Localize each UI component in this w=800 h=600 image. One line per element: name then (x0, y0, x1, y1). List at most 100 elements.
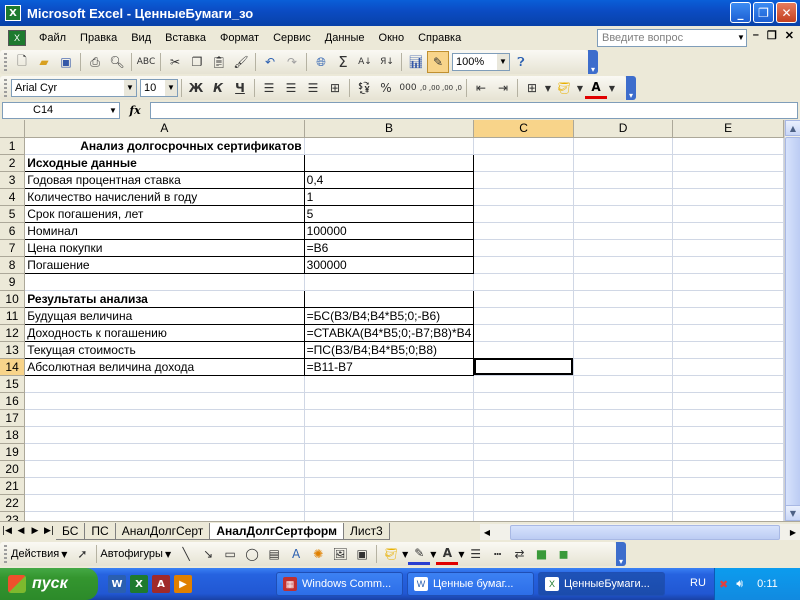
cell-e22[interactable] (672, 494, 784, 512)
italic-button[interactable]: К (207, 77, 229, 99)
doc-minimize-button[interactable]: – (753, 29, 759, 42)
cell-e4[interactable] (672, 188, 784, 206)
row-header[interactable]: 22 (0, 494, 26, 512)
cell-e8[interactable] (672, 256, 784, 274)
arrow-style-icon[interactable]: ⇄ (509, 543, 531, 565)
row-header[interactable]: 23 (0, 511, 26, 521)
cell-d9[interactable] (573, 273, 674, 291)
sheet-tab-ps[interactable]: ПС (85, 522, 116, 540)
cell-d10[interactable] (573, 290, 674, 308)
cell-e6[interactable] (672, 222, 784, 240)
cell-a18[interactable] (24, 426, 305, 444)
underline-button[interactable]: Ч (229, 77, 251, 99)
diagram-icon[interactable]: ✺ (307, 543, 329, 565)
cell-e18[interactable] (672, 426, 784, 444)
cell-a6[interactable]: Номинал (24, 221, 305, 240)
undo-icon[interactable]: ↶ (259, 51, 281, 73)
cell-d5[interactable] (573, 205, 674, 223)
chart-wizard-icon[interactable]: 📊︎ (405, 51, 427, 73)
cell-c14[interactable] (473, 358, 574, 376)
menu-tools[interactable]: Сервис (266, 32, 318, 44)
vertical-scrollbar[interactable]: ▲ ▼ (784, 120, 800, 521)
cell-a22[interactable] (24, 494, 305, 512)
cell-b7[interactable]: =B6 (303, 238, 475, 257)
row-header[interactable]: 21 (0, 477, 26, 495)
row-header[interactable]: 1 (0, 137, 26, 155)
textbox-icon[interactable]: ▤ (263, 543, 285, 565)
cell-b14[interactable]: =B11-B7 (303, 357, 475, 376)
scroll-up-icon[interactable]: ▲ (785, 120, 800, 136)
cell-d4[interactable] (573, 188, 674, 206)
toolbar-grip[interactable] (4, 53, 7, 71)
cell-c8[interactable] (473, 256, 574, 274)
cell-d19[interactable] (573, 443, 674, 461)
cell-c17[interactable] (473, 409, 574, 427)
menu-format[interactable]: Формат (213, 32, 266, 44)
start-button[interactable]: пуск (0, 568, 98, 600)
cell-e10[interactable] (672, 290, 784, 308)
clipart-icon[interactable]: 🖼︎ (329, 543, 351, 565)
insert-function-icon[interactable]: fx (120, 104, 150, 117)
menu-window[interactable]: Окно (372, 32, 412, 44)
cell-b13[interactable]: =ПС(B3/B4;B4*B5;0;B8) (303, 340, 475, 359)
cell-b23[interactable] (304, 511, 475, 521)
menu-data[interactable]: Данные (318, 32, 372, 44)
hyperlink-icon[interactable]: 🌐︎ (310, 51, 332, 73)
cell-e3[interactable] (672, 171, 784, 189)
cell-c20[interactable] (473, 460, 574, 478)
cell-d11[interactable] (573, 307, 674, 325)
cell-b17[interactable] (304, 409, 475, 427)
sort-ascending-icon[interactable]: А↓ (354, 51, 376, 73)
bold-button[interactable]: Ж (185, 77, 207, 99)
menu-edit[interactable]: Правка (73, 32, 124, 44)
cell-e17[interactable] (672, 409, 784, 427)
cell-c2[interactable] (473, 154, 574, 172)
cell-e2[interactable] (672, 154, 784, 172)
next-sheet-icon[interactable]: ▶ (28, 526, 42, 536)
shadow-style-icon[interactable]: ■ (531, 543, 553, 565)
redo-icon[interactable]: ↷ (281, 51, 303, 73)
row-header[interactable]: 9 (0, 273, 26, 291)
decrease-indent-icon[interactable]: ⇤ (470, 77, 492, 99)
cell-e23[interactable] (672, 511, 784, 521)
doc-close-button[interactable]: ✕ (785, 29, 794, 42)
row-header[interactable]: 14 (0, 358, 26, 376)
column-header-a[interactable]: A (24, 120, 305, 138)
column-header-c[interactable]: C (473, 120, 574, 138)
cell-c5[interactable] (473, 205, 574, 223)
cell-e20[interactable] (672, 460, 784, 478)
row-header[interactable]: 2 (0, 154, 26, 172)
cell-c7[interactable] (473, 239, 574, 257)
row-header[interactable]: 6 (0, 222, 26, 240)
cell-a9[interactable] (24, 273, 305, 291)
cell-d1[interactable] (573, 137, 674, 155)
scroll-down-icon[interactable]: ▼ (785, 505, 800, 521)
toolbar-options-icon[interactable]: ▾ (588, 50, 598, 74)
align-center-icon[interactable]: ☰ (280, 77, 302, 99)
cell-b10[interactable] (303, 289, 475, 308)
print-preview-icon[interactable]: 🔍︎ (106, 51, 128, 73)
cell-c3[interactable] (473, 171, 574, 189)
cell-c16[interactable] (473, 392, 574, 410)
dash-style-icon[interactable]: ┅ (487, 543, 509, 565)
cell-c18[interactable] (473, 426, 574, 444)
cell-e11[interactable] (672, 307, 784, 325)
align-right-icon[interactable]: ☰ (302, 77, 324, 99)
cell-d3[interactable] (573, 171, 674, 189)
sheet-tab-analdolgsert[interactable]: АналДолгСерт (115, 522, 211, 540)
row-header[interactable]: 3 (0, 171, 26, 189)
wordart-icon[interactable]: A (285, 543, 307, 565)
row-header[interactable]: 11 (0, 307, 26, 325)
row-header[interactable]: 17 (0, 409, 26, 427)
excel-icon[interactable]: X (130, 575, 148, 593)
cell-a11[interactable]: Будущая величина (24, 306, 305, 325)
copy-icon[interactable]: ❐ (186, 51, 208, 73)
cell-d21[interactable] (573, 477, 674, 495)
row-header[interactable]: 20 (0, 460, 26, 478)
taskbar-item-commander[interactable]: ▦ Windows Comm... (276, 572, 403, 596)
language-indicator[interactable]: RU (690, 577, 706, 589)
workbook-icon[interactable]: X (8, 29, 26, 46)
cell-e16[interactable] (672, 392, 784, 410)
cell-a19[interactable] (24, 443, 305, 461)
cell-d6[interactable] (573, 222, 674, 240)
